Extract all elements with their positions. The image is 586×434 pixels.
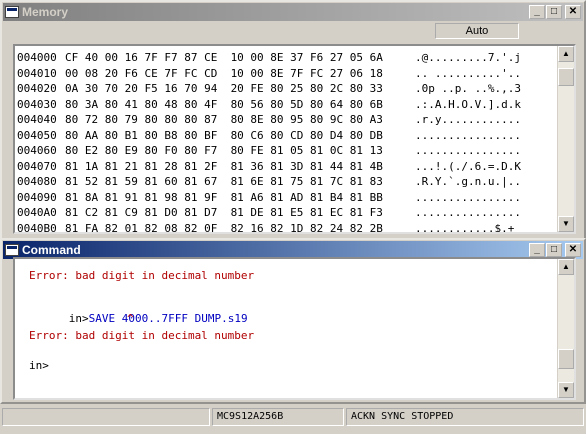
memory-row[interactable]: 004070 81 1A 81 21 81 28 81 2F 81 36 81 3… xyxy=(15,159,558,175)
memory-row[interactable]: 004030 80 3A 80 41 80 48 80 4F 80 56 80 5… xyxy=(15,97,558,113)
memory-hex-bytes[interactable]: CF 40 00 16 7F F7 87 CE 10 00 8E 37 F6 2… xyxy=(65,50,383,66)
memory-address: 004050 xyxy=(17,128,57,142)
scroll-up-arrow-icon[interactable]: ▲ xyxy=(558,259,574,275)
memory-address: 004010 xyxy=(17,66,57,80)
memory-ascii: ...!.(./.6.=.D.K xyxy=(415,159,521,173)
minimize-button[interactable]: _ xyxy=(529,243,545,257)
memory-row[interactable]: 004090 81 8A 81 91 81 98 81 9F 81 A6 81 A… xyxy=(15,190,558,206)
memory-hex-bytes[interactable]: 81 C2 81 C9 81 D0 81 D7 81 DE 81 E5 81 E… xyxy=(65,205,383,221)
memory-address: 004060 xyxy=(17,144,57,157)
command-title: Command xyxy=(22,243,81,257)
memory-titlebar[interactable]: Memory _ □ ✕ xyxy=(3,3,583,21)
memory-hex-bytes[interactable]: 81 1A 81 21 81 28 81 2F 81 36 81 3D 81 4… xyxy=(65,159,383,175)
memory-ascii: ................ xyxy=(415,128,521,142)
prompt: in> xyxy=(68,312,89,325)
memory-row[interactable]: 004020 0A 30 70 20 F5 16 70 94 20 FE 80 2… xyxy=(15,81,558,97)
memory-ascii: ............$.+ xyxy=(415,221,515,234)
window-app-icon xyxy=(5,244,19,256)
scroll-down-arrow-icon[interactable]: ▼ xyxy=(558,216,574,232)
memory-hex-bytes[interactable]: 81 52 81 59 81 60 81 67 81 6E 81 75 81 7… xyxy=(65,174,383,190)
entered-command: SAVE 4000..7FFF DUMP.s19 xyxy=(88,312,248,325)
memory-row[interactable]: 004080 81 52 81 59 81 60 81 67 81 6E 81 7… xyxy=(15,174,558,190)
memory-row[interactable]: 004010 00 08 20 F6 CE 7F FC CD 10 00 8E 7… xyxy=(15,66,558,82)
command-prompt-input[interactable]: in> xyxy=(29,359,49,372)
memory-row[interactable]: 004040 80 72 80 79 80 80 80 87 80 8E 80 9… xyxy=(15,112,558,128)
memory-scrollbar[interactable]: ▲ ▼ xyxy=(557,46,574,232)
memory-hex-bytes[interactable]: 81 FA 82 01 82 08 82 0F 82 16 82 1D 82 2… xyxy=(65,221,383,233)
close-button[interactable]: ✕ xyxy=(565,5,581,19)
memory-address: 004000 xyxy=(17,51,57,64)
memory-ascii: ................ xyxy=(415,190,521,204)
memory-row[interactable]: 004060 80 E2 80 E9 80 F0 80 F7 80 FE 81 0… xyxy=(15,143,558,159)
memory-address: 0040B0 xyxy=(17,221,57,234)
status-bar: MC9S12A256B ACKN SYNC STOPPED xyxy=(0,404,586,434)
memory-hex-bytes[interactable]: 0A 30 70 20 F5 16 70 94 20 FE 80 25 80 2… xyxy=(65,81,383,97)
memory-ascii: .:.A.H.O.V.].d.k xyxy=(415,97,521,111)
memory-toolbar: Auto xyxy=(5,23,581,41)
memory-ascii: ................ xyxy=(415,144,521,157)
memory-ascii: .r.y............ xyxy=(415,113,521,126)
memory-hex-bytes[interactable]: 80 72 80 79 80 80 80 87 80 8E 80 95 80 9… xyxy=(65,112,383,128)
memory-address: 0040A0 xyxy=(17,206,57,219)
command-output-pane[interactable]: Error: bad digit in decimal number in>SA… xyxy=(13,257,576,400)
memory-address: 004020 xyxy=(17,82,57,95)
window-app-icon xyxy=(5,6,19,18)
error-message: Error: bad digit in decimal number xyxy=(29,269,255,282)
memory-address: 004080 xyxy=(17,175,57,188)
memory-ascii: .. ..........'.. xyxy=(415,66,521,80)
memory-row[interactable]: 004000 CF 40 00 16 7F F7 87 CE 10 00 8E 3… xyxy=(15,50,558,66)
maximize-button[interactable]: □ xyxy=(546,243,562,257)
memory-row[interactable]: 004050 80 AA 80 B1 80 B8 80 BF 80 C6 80 C… xyxy=(15,128,558,144)
memory-ascii: .0p ..p. ..%.,.3 xyxy=(415,82,521,95)
memory-address: 004090 xyxy=(17,190,57,204)
memory-hex-bytes[interactable]: 80 E2 80 E9 80 F0 80 F7 80 FE 81 05 81 0… xyxy=(65,143,383,159)
scroll-down-arrow-icon[interactable]: ▼ xyxy=(558,382,574,398)
memory-ascii: .R.Y.`.g.n.u.|.. xyxy=(415,175,521,188)
memory-hex-bytes[interactable]: 81 8A 81 91 81 98 81 9F 81 A6 81 AD 81 B… xyxy=(65,190,383,206)
memory-rows: 004000 CF 40 00 16 7F F7 87 CE 10 00 8E 3… xyxy=(15,50,558,234)
memory-row[interactable]: 0040B0 81 FA 82 01 82 08 82 0F 82 16 82 1… xyxy=(15,221,558,234)
memory-dump-pane[interactable]: 004000 CF 40 00 16 7F F7 87 CE 10 00 8E 3… xyxy=(13,44,576,234)
memory-ascii: ................ xyxy=(415,206,521,219)
memory-hex-bytes[interactable]: 00 08 20 F6 CE 7F FC CD 10 00 8E 7F FC 2… xyxy=(65,66,383,82)
memory-hex-bytes[interactable]: 80 3A 80 41 80 48 80 4F 80 56 80 5D 80 6… xyxy=(65,97,383,113)
scroll-thumb[interactable] xyxy=(558,349,574,369)
memory-hex-bytes[interactable]: 80 AA 80 B1 80 B8 80 BF 80 C6 80 CD 80 D… xyxy=(65,128,383,144)
command-scrollbar[interactable]: ▲ ▼ xyxy=(557,259,574,398)
memory-title: Memory xyxy=(22,5,69,19)
minimize-button[interactable]: _ xyxy=(529,5,545,19)
memory-address: 004030 xyxy=(17,97,57,111)
scroll-thumb[interactable] xyxy=(558,68,574,86)
status-blank xyxy=(2,408,210,426)
error-message: Error: bad digit in decimal number xyxy=(29,329,255,342)
status-device: MC9S12A256B xyxy=(212,408,344,426)
status-state: ACKN SYNC STOPPED xyxy=(346,408,584,426)
error-caret: ^ xyxy=(127,312,134,325)
memory-row[interactable]: 0040A0 81 C2 81 C9 81 D0 81 D7 81 DE 81 E… xyxy=(15,205,558,221)
update-mode-dropdown[interactable]: Auto xyxy=(435,23,519,39)
maximize-button[interactable]: □ xyxy=(546,5,562,19)
close-button[interactable]: ✕ xyxy=(565,243,581,257)
memory-ascii: .@.........7.'.j xyxy=(415,51,521,64)
scroll-up-arrow-icon[interactable]: ▲ xyxy=(558,46,574,62)
memory-address: 004070 xyxy=(17,159,57,173)
memory-address: 004040 xyxy=(17,113,57,126)
